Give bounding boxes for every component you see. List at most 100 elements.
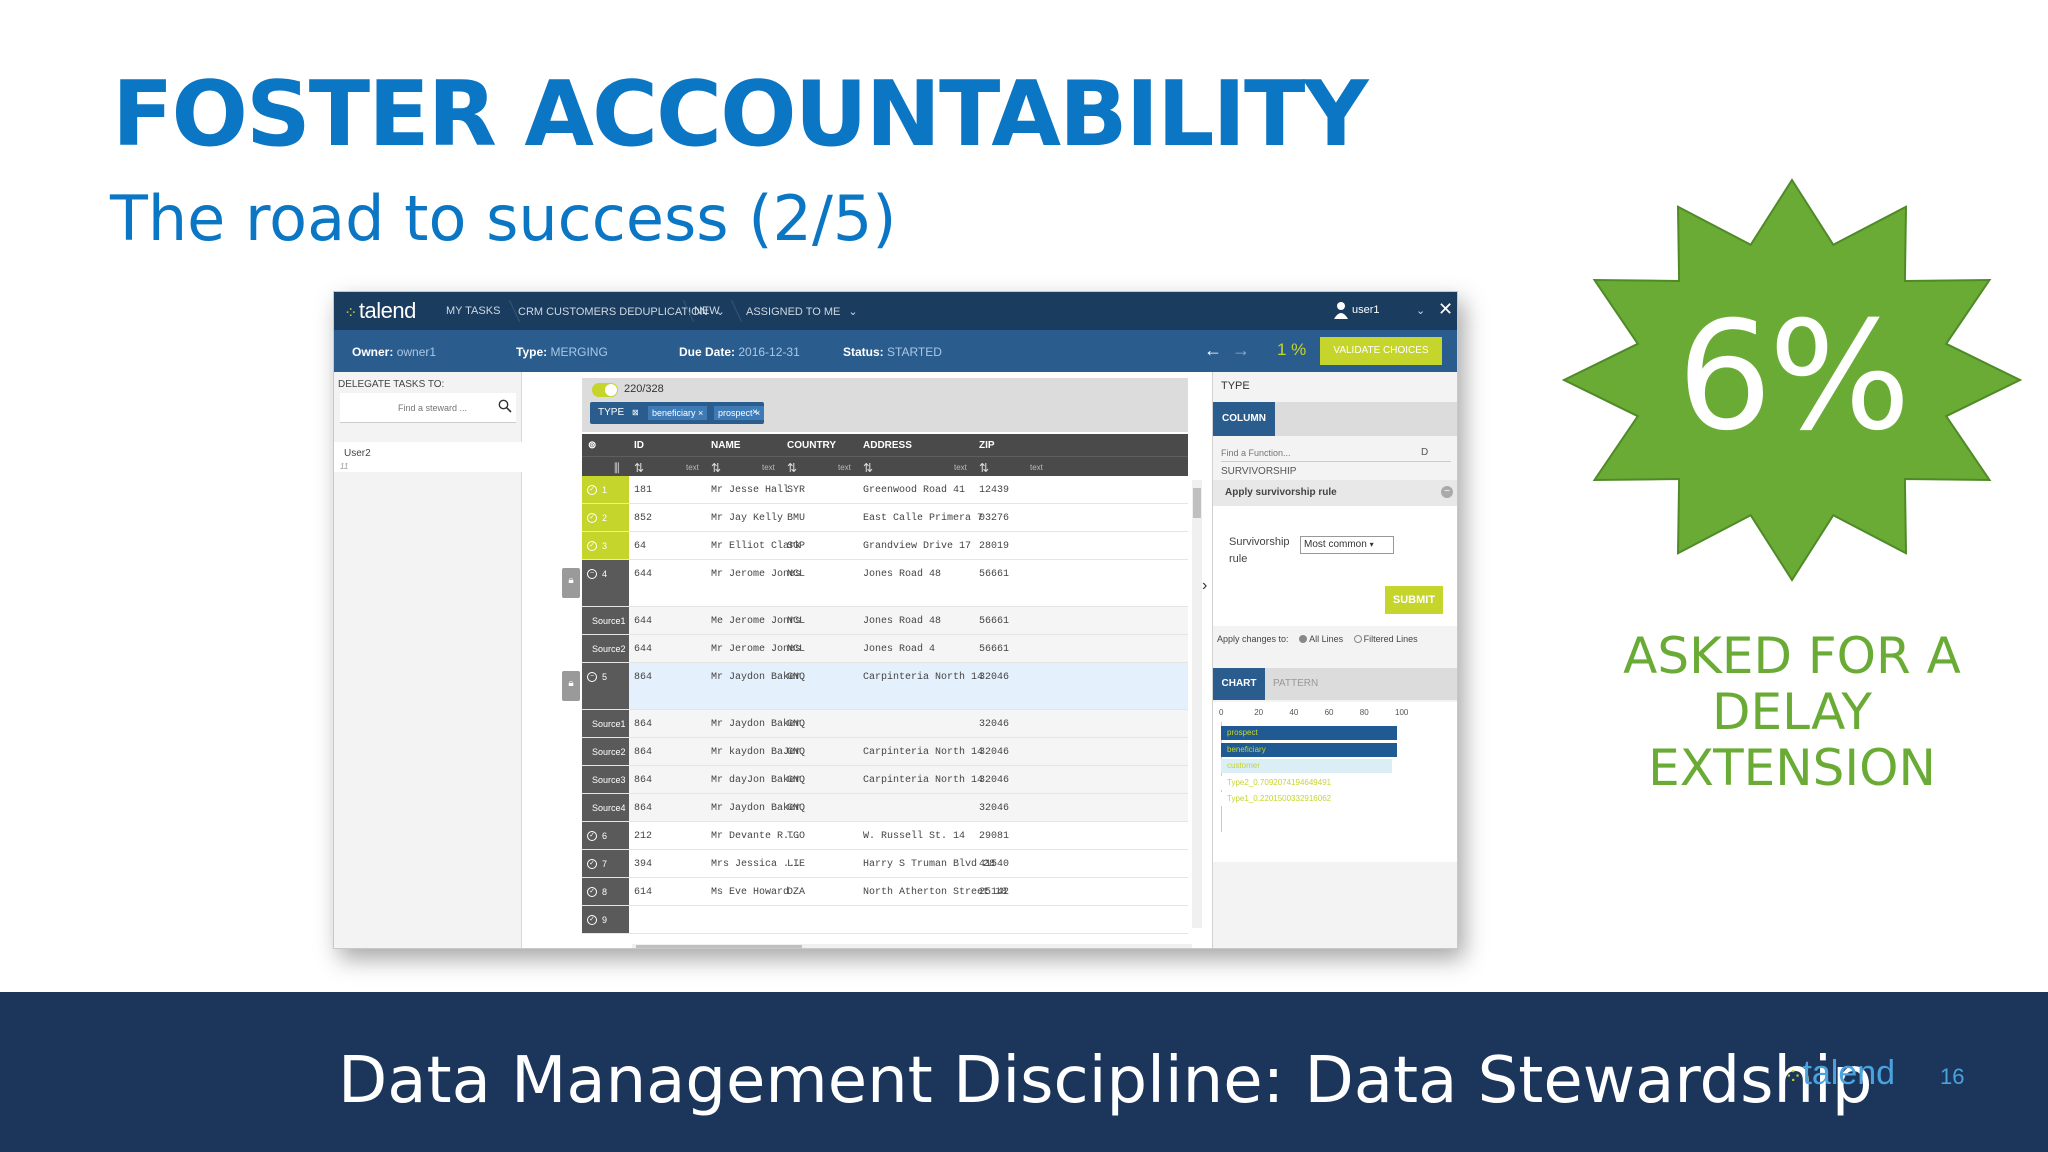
row-gutter[interactable]: ✓ 1 xyxy=(582,476,629,503)
chevron-down-icon[interactable]: ⌄ xyxy=(848,305,857,318)
cell-country[interactable]: GNQ xyxy=(787,803,805,814)
cell-address[interactable]: Harry S Truman Blvd 28 xyxy=(863,859,995,870)
cell-id[interactable]: 644 xyxy=(634,616,652,627)
check-circle-icon[interactable]: ✓ xyxy=(587,859,597,869)
cell-zip[interactable]: 03276 xyxy=(979,513,1009,524)
check-circle-icon[interactable]: ✓ xyxy=(587,915,597,925)
submit-button[interactable]: SUBMIT xyxy=(1385,586,1443,614)
cell-id[interactable]: 64 xyxy=(634,541,646,552)
cell-zip[interactable]: 32046 xyxy=(979,719,1009,730)
filter-edit-icon[interactable]: ⊠ xyxy=(632,402,639,424)
cell-zip[interactable]: 32046 xyxy=(979,803,1009,814)
cell-id[interactable]: 864 xyxy=(634,719,652,730)
cell-id[interactable]: 864 xyxy=(634,775,652,786)
cell-zip[interactable]: 56661 xyxy=(979,569,1009,580)
chart-bar[interactable]: Type2_0.7092074194649491 xyxy=(1221,775,1361,790)
cell-country[interactable]: GNQ xyxy=(787,719,805,730)
collapse-minus-icon[interactable]: − xyxy=(1441,486,1453,498)
user-name[interactable]: user1 xyxy=(1352,304,1380,316)
cell-address[interactable]: W. Russell St. 14 xyxy=(863,831,965,842)
cell-name[interactable]: Mr Jesse Hall xyxy=(711,485,789,496)
row-gutter[interactable]: ✓ 7 xyxy=(582,850,629,877)
cell-zip[interactable]: 12439 xyxy=(979,485,1009,496)
vertical-scrollbar[interactable] xyxy=(1192,480,1202,928)
source-row[interactable]: Source4 864 Mr Jaydon Baker GNQ 32046 xyxy=(582,794,1188,822)
cell-zip[interactable]: 56661 xyxy=(979,644,1009,655)
cell-id[interactable]: 864 xyxy=(634,803,652,814)
cell-country[interactable]: SYR xyxy=(787,485,805,496)
table-row[interactable]: −4 🔒︎ 644 Mr Jerome Jones NCL Jones Road 48 56… xyxy=(562,560,1188,607)
table-row[interactable]: ✓ 1 181 Mr Jesse Hall SYR Greenwood Road 41 12… xyxy=(582,476,1188,504)
nav-my-tasks[interactable]: MY TASKS xyxy=(446,305,500,317)
cell-country[interactable]: DZA xyxy=(787,887,805,898)
row-gutter[interactable]: −4 xyxy=(582,560,629,606)
source-row[interactable]: Source2 864 Mr kaydon BaJer GNQ Carpinteria … xyxy=(582,738,1188,766)
type-filter[interactable]: TYPE ⊠ beneficiary × prospect × × xyxy=(590,402,765,424)
arrow-right-icon[interactable]: → xyxy=(1232,340,1250,361)
cell-id[interactable]: 864 xyxy=(634,747,652,758)
row-gutter[interactable]: ✓ 9 xyxy=(582,906,629,933)
row-gutter[interactable]: Source1 xyxy=(582,607,629,634)
sort-icon[interactable]: ⇅ xyxy=(634,461,644,475)
function-search-input[interactable] xyxy=(1221,444,1451,462)
cell-country[interactable]: NCL xyxy=(787,569,805,580)
steward-search-input[interactable] xyxy=(340,393,516,423)
row-gutter[interactable]: ✓ 8 xyxy=(582,878,629,905)
apply-rule-header[interactable]: Apply survivorship rule − xyxy=(1213,480,1457,506)
filter-chip-beneficiary[interactable]: beneficiary × xyxy=(648,406,708,420)
row-gutter[interactable]: ✓ 3 xyxy=(582,532,629,559)
row-gutter[interactable]: Source2 xyxy=(582,635,629,662)
check-circle-icon[interactable]: ✓ xyxy=(587,485,597,495)
cell-address[interactable]: Carpinteria North 14 xyxy=(863,775,983,786)
chart-bar[interactable]: prospect xyxy=(1221,726,1397,740)
cell-address[interactable]: Carpinteria North 14 xyxy=(863,747,983,758)
sort-icon[interactable]: ⇅ xyxy=(863,461,873,475)
cell-zip[interactable]: 32046 xyxy=(979,747,1009,758)
cell-zip[interactable]: 29081 xyxy=(979,831,1009,842)
cell-zip[interactable]: 32046 xyxy=(979,775,1009,786)
table-row[interactable]: −5 🔒︎ 864 Mr Jaydon Baker GNQ Carpinteria Nor… xyxy=(562,663,1188,710)
nav-new[interactable]: NEW xyxy=(694,305,720,317)
cell-zip[interactable]: 25142 xyxy=(979,887,1009,898)
column-name[interactable]: NAME xyxy=(711,440,740,451)
cell-zip[interactable]: 28019 xyxy=(979,541,1009,552)
cell-country[interactable]: BMU xyxy=(787,513,805,524)
row-gutter[interactable]: Source3 xyxy=(582,766,629,793)
arrow-left-icon[interactable]: ← xyxy=(1204,340,1222,361)
cell-address[interactable]: Carpinteria North 14 xyxy=(863,672,983,683)
cell-address[interactable]: Grandview Drive 17 xyxy=(863,541,971,552)
cell-country[interactable]: TGO xyxy=(787,831,805,842)
cell-id[interactable]: 394 xyxy=(634,859,652,870)
table-row[interactable]: ✓ 2 852 Mr Jay Kelly BMU East Calle Primera 7… xyxy=(582,504,1188,532)
row-gutter[interactable]: Source2 xyxy=(582,738,629,765)
validate-choices-button[interactable]: VALIDATE CHOICES xyxy=(1320,337,1442,365)
cell-zip[interactable]: 56661 xyxy=(979,616,1009,627)
cell-id[interactable]: 614 xyxy=(634,887,652,898)
check-circle-icon[interactable]: ✓ xyxy=(587,541,597,551)
cell-address[interactable]: East Calle Primera 7 xyxy=(863,513,983,524)
table-row[interactable]: ✓ 7 394 Mrs Jessica ... LIE Harry S Truman Bl… xyxy=(582,850,1188,878)
search-icon[interactable] xyxy=(498,399,512,413)
row-gutter[interactable]: −5 xyxy=(582,663,629,709)
horizontal-scrollbar[interactable] xyxy=(632,944,1192,948)
show-toggle[interactable] xyxy=(592,383,618,397)
cell-address[interactable]: Greenwood Road 41 xyxy=(863,485,965,496)
cell-id[interactable]: 852 xyxy=(634,513,652,524)
source-row[interactable]: Source1 644 Me Jerome Jonrs NCL Jones Road 4… xyxy=(582,607,1188,635)
talend-logo[interactable]: ⁘talend xyxy=(344,298,416,324)
row-gutter[interactable]: ✓ 2 xyxy=(582,504,629,531)
sort-icon[interactable]: ⇅ xyxy=(711,461,721,475)
lock-icon[interactable]: 🔒︎ xyxy=(562,568,580,598)
cell-id[interactable]: 644 xyxy=(634,644,652,655)
cell-country[interactable]: GNQ xyxy=(787,775,805,786)
source-row[interactable]: Source3 864 Mr dayJon Baker GNQ Carpinteria … xyxy=(582,766,1188,794)
radio-filtered-lines[interactable] xyxy=(1353,635,1362,643)
survivorship-rule-select[interactable]: Most common ▾ xyxy=(1300,536,1394,554)
check-circle-icon[interactable]: ✓ xyxy=(587,887,597,897)
cell-zip[interactable]: 32046 xyxy=(979,672,1009,683)
select-all-icon[interactable]: ⊚ xyxy=(588,440,596,451)
cell-address[interactable]: Jones Road 48 xyxy=(863,616,941,627)
user-chevron-down-icon[interactable]: ⌄ xyxy=(1416,304,1425,317)
filter-clear-icon[interactable]: × xyxy=(752,402,758,424)
check-circle-icon[interactable]: ✓ xyxy=(587,831,597,841)
